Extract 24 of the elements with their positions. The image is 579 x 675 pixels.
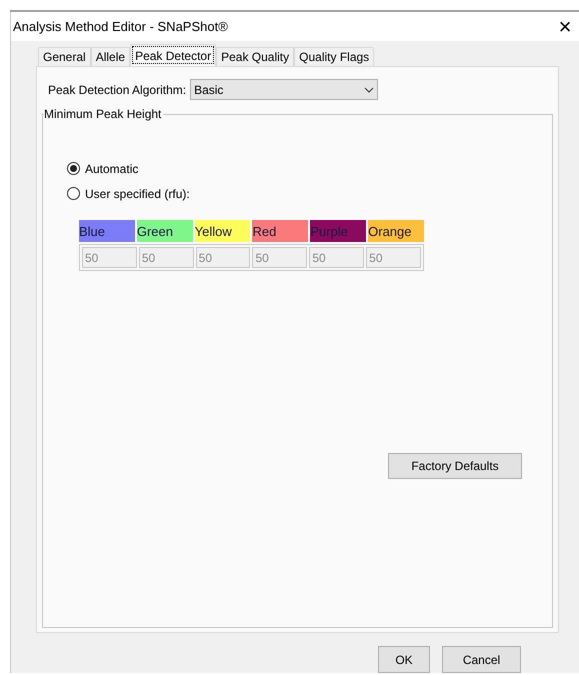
channel-label: Orange bbox=[368, 220, 424, 242]
chevron-down-icon bbox=[364, 86, 374, 93]
group-title: Minimum Peak Height bbox=[44, 106, 164, 122]
tab[interactable]: Peak Quality bbox=[216, 47, 294, 66]
channel-label: Green bbox=[136, 220, 193, 242]
channel-label: Red bbox=[252, 220, 308, 242]
radio-option[interactable]: Automatic bbox=[67, 160, 552, 178]
channel-label: Blue bbox=[79, 220, 135, 242]
dialog-button[interactable]: Cancel bbox=[442, 646, 521, 673]
channel-label: Purple bbox=[310, 220, 366, 242]
factory-defaults-button[interactable]: Factory Defaults bbox=[388, 453, 522, 480]
tab[interactable]: Peak Detector bbox=[130, 44, 216, 66]
window-title: Analysis Method Editor - SNaPShot® bbox=[13, 18, 228, 36]
algorithm-label: Peak Detection Algorithm: bbox=[48, 82, 186, 99]
tab[interactable]: Quality Flags bbox=[294, 47, 374, 66]
tab[interactable]: Allele bbox=[90, 47, 130, 66]
radio-option[interactable]: User specified (rfu): bbox=[67, 185, 552, 202]
tab[interactable]: General bbox=[38, 47, 91, 66]
close-button[interactable]: × bbox=[555, 16, 575, 38]
channel-label: Yellow bbox=[194, 220, 250, 242]
radio-button[interactable] bbox=[67, 187, 80, 200]
radio-button[interactable] bbox=[67, 162, 80, 176]
algorithm-dropdown[interactable]: Basic bbox=[190, 79, 378, 100]
dialog-button[interactable]: OK bbox=[378, 646, 430, 673]
